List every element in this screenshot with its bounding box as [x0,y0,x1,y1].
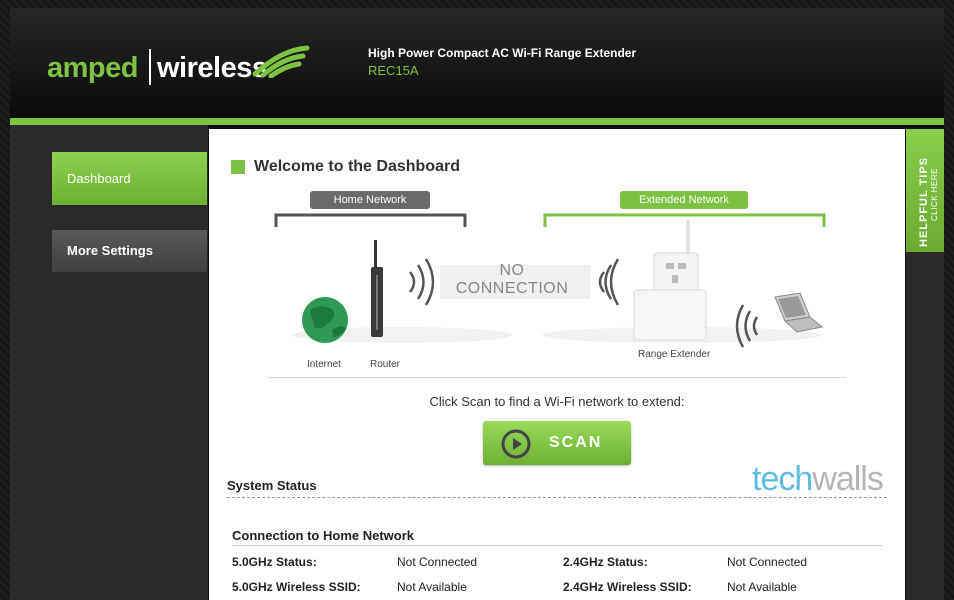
scan-button-label: SCAN [549,434,603,451]
extended-network-bracket [543,213,826,227]
wifi-swoosh-icon [252,45,310,78]
right-rail [906,252,944,600]
product-name: High Power Compact AC Wi-Fi Range Extend… [368,46,637,60]
helpful-tips-subtitle: CLICK HERE [930,167,939,221]
diagram-divider [268,377,846,378]
play-icon [501,429,531,459]
router-label: Router [370,359,401,370]
sidebar-item-more-settings[interactable]: More Settings [52,230,207,272]
ssid-5g-label: 5.0GHz Wireless SSID: [232,580,361,594]
internet-label: Internet [307,359,341,370]
watermark-tech: tech [752,460,813,498]
home-network-bracket [274,213,467,227]
techwalls-watermark: techwalls [752,460,884,499]
connection-status: NO CONNECTION [452,262,572,298]
connection-status-line1: NO [499,262,525,279]
product-info: High Power Compact AC Wi-Fi Range Extend… [368,46,636,78]
ssid-5g-value: Not Available [397,580,467,594]
laptop-icon [774,292,824,333]
sidebar-item-dashboard[interactable]: Dashboard [52,152,207,205]
scan-prompt: Click Scan to find a Wi-Fi network to ex… [429,394,685,409]
range-extender-icon [633,220,707,341]
helpful-tips-title: HELPFUL TIPS [918,156,930,247]
header-accent-bar [10,118,944,125]
status-24g-label: 2.4GHz Status: [563,555,648,569]
scan-button[interactable]: SCAN [483,421,631,465]
status-5g-label: 5.0GHz Status: [232,555,317,569]
connection-status-line2: CONNECTION [455,280,569,297]
status-24g-value: Not Connected [727,555,808,569]
range-extender-label: Range Extender [638,349,711,360]
system-status-title: System Status [227,478,317,493]
helpful-tips-tab[interactable]: HELPFUL TIPS CLICK HERE [906,129,944,252]
connection-section-title: Connection to Home Network [232,528,415,543]
router-icon [371,240,383,337]
logo-separator [149,49,151,85]
status-5g-value: Not Connected [397,555,478,569]
watermark-walls: walls [812,460,884,498]
extender-wifi-waves-icon [598,258,620,306]
page-title: Welcome to the Dashboard [254,158,460,175]
product-model: REC15A [368,63,419,78]
ssid-24g-value: Not Available [727,580,797,594]
title-marker-icon [231,160,245,174]
internet-globe-icon [302,297,348,343]
router-wifi-waves-icon [408,258,435,306]
connection-section-divider [232,545,882,546]
logo-amped: amped [47,52,138,84]
ssid-24g-label: 2.4GHz Wireless SSID: [563,580,692,594]
